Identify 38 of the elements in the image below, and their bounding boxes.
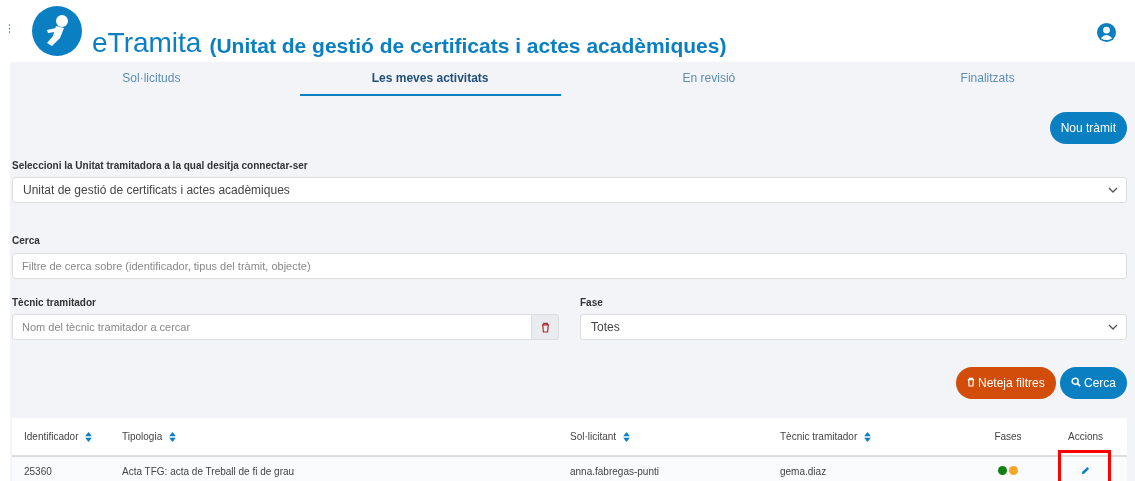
- field-label: Tècnic tramitador: [12, 297, 97, 308]
- trash-icon: [540, 321, 550, 333]
- column-header: Accions: [1068, 431, 1103, 442]
- app-title: eTramita: [92, 27, 202, 59]
- column-header: Fases: [994, 431, 1022, 442]
- sort-icon[interactable]: [169, 431, 177, 442]
- edit-icon[interactable]: [1081, 466, 1090, 475]
- table-cell: 25360: [24, 466, 52, 477]
- field-label: Seleccioni la Unitat tramitadora a la qual desitja connectar-ser: [12, 160, 309, 171]
- field-label: Cerca: [12, 235, 41, 246]
- chevron-down-icon: [1108, 187, 1118, 193]
- sort-icon[interactable]: [864, 431, 872, 442]
- table-cell: gema.diaz: [780, 466, 827, 477]
- search-field[interactable]: Filtre de cerca sobre (identificador, tipus del tràmit, objecte): [12, 253, 1127, 279]
- clear-filters-button[interactable]: Neteja filtres: [955, 367, 1056, 399]
- new-procedure-button[interactable]: Nou tràmit: [1049, 112, 1127, 144]
- sortable-column-header[interactable]: Tècnic tramitador: [780, 431, 858, 442]
- clear-field-button[interactable]: [532, 314, 559, 340]
- sort-icon[interactable]: [623, 431, 631, 442]
- unit-title: (Unitat de gestió de certificats i actes acadèmiques): [209, 34, 727, 58]
- tab[interactable]: Les meves activitats: [299, 62, 561, 96]
- astronaut-logo-icon: [32, 6, 82, 56]
- sortable-column-header[interactable]: Tipologia: [122, 431, 163, 442]
- search-icon: [1070, 377, 1081, 387]
- sortable-column-header[interactable]: Identificador: [24, 431, 79, 442]
- table-cell: anna.fabregas-punti: [570, 466, 659, 477]
- search-button[interactable]: Cerca: [1059, 367, 1127, 399]
- trash-icon: [966, 377, 975, 387]
- unit-select[interactable]: Unitat de gestió de certificats i actes acadèmiques: [12, 177, 1127, 203]
- field-label: Fase: [580, 297, 604, 308]
- technician-field[interactable]: Nom del tècnic tramitador a cercar: [12, 314, 532, 340]
- sortable-column-header[interactable]: Sol·licitant: [570, 431, 617, 442]
- sort-icon[interactable]: [85, 431, 93, 442]
- user-icon[interactable]: [1097, 23, 1116, 42]
- chevron-down-icon: [1108, 324, 1118, 330]
- menu-icon[interactable]: [8, 24, 11, 33]
- phase-select[interactable]: Totes: [580, 314, 1127, 340]
- table-cell: Acta TFG: acta de Treball de fi de grau: [122, 466, 295, 477]
